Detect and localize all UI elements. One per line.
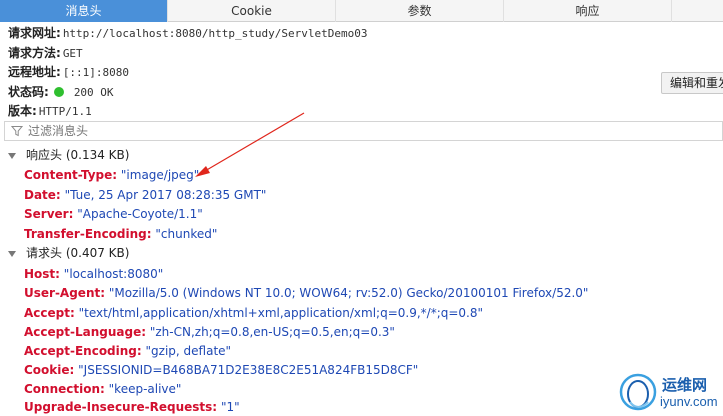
tab-headers[interactable]: 消息头 xyxy=(0,0,168,22)
request-url-label: 请求网址: xyxy=(8,26,61,40)
header-row[interactable]: Content-Type: "image/jpeg" xyxy=(24,166,199,186)
filter-headers-box[interactable] xyxy=(4,121,723,141)
header-name: Date: xyxy=(24,187,61,202)
status-ok-icon xyxy=(53,87,64,98)
header-value: "zh-CN,zh;q=0.8,en-US;q=0.5,en;q=0.3" xyxy=(149,325,395,339)
header-value: "Apache-Coyote/1.1" xyxy=(77,207,203,221)
header-name: Accept-Encoding: xyxy=(24,344,142,358)
request-method-value: GET xyxy=(62,46,83,60)
header-row[interactable]: Cookie: "JSESSIONID=B468BA71D2E38E8C2E51… xyxy=(24,361,418,381)
tab-bar-filler xyxy=(672,0,723,21)
filter-icon xyxy=(11,126,23,137)
header-row[interactable]: Accept-Language: "zh-CN,zh;q=0.8,en-US;q… xyxy=(24,323,395,343)
header-row[interactable]: Accept: "text/html,application/xhtml+xml… xyxy=(24,304,483,324)
header-row[interactable]: Server: "Apache-Coyote/1.1" xyxy=(24,205,203,225)
tab-response[interactable]: 响应 xyxy=(504,0,672,22)
header-name: Connection: xyxy=(24,382,105,396)
watermark: 运维网 iyunv.com xyxy=(618,370,723,416)
status-code-label: 状态码: xyxy=(8,84,49,99)
header-row[interactable]: Connection: "keep-alive" xyxy=(24,380,181,400)
header-value: "chunked" xyxy=(155,226,218,241)
header-name: Server: xyxy=(24,207,74,221)
header-value: "text/html,application/xhtml+xml,applica… xyxy=(78,305,484,320)
header-value: "keep-alive" xyxy=(108,382,182,396)
tab-cookie[interactable]: Cookie xyxy=(168,0,336,22)
collapse-triangle-icon[interactable] xyxy=(8,250,16,257)
header-value: "JSESSIONID=B468BA71D2E38E8C2E51A824FB15… xyxy=(78,363,419,377)
header-row[interactable]: Host: "localhost:8080" xyxy=(24,265,163,285)
tab-bar: 消息头 Cookie 参数 响应 xyxy=(0,0,723,22)
request-headers-toggle[interactable]: 请求头 (0.407 KB) xyxy=(6,244,129,263)
header-value: "Tue, 25 Apr 2017 08:28:35 GMT" xyxy=(64,187,267,202)
header-row[interactable]: Upgrade-Insecure-Requests: "1" xyxy=(24,398,240,416)
header-name: Accept-Language: xyxy=(24,325,147,339)
remote-address-label: 远程地址: xyxy=(8,65,61,79)
remote-address-row: 远程地址: [::1]:8080 xyxy=(8,63,648,83)
header-value: "gzip, deflate" xyxy=(145,344,232,358)
header-value: "Mozilla/5.0 (Windows NT 10.0; WOW64; rv… xyxy=(108,286,589,300)
collapse-triangle-icon[interactable] xyxy=(8,152,16,159)
header-row[interactable]: Date: "Tue, 25 Apr 2017 08:28:35 GMT" xyxy=(24,186,266,206)
header-name: User-Agent: xyxy=(24,286,106,300)
header-name: Transfer-Encoding: xyxy=(24,226,152,241)
request-url-row: 请求网址: http://localhost:8080/http_study/S… xyxy=(8,24,648,44)
header-row[interactable]: Transfer-Encoding: "chunked" xyxy=(24,225,217,245)
request-method-label: 请求方法: xyxy=(8,45,61,60)
status-code-row: 状态码: 200 OK xyxy=(8,83,648,103)
header-name: Content-Type: xyxy=(24,168,118,182)
response-headers-title: 响应头 (0.134 KB) xyxy=(26,148,130,162)
remote-address-value: [::1]:8080 xyxy=(62,66,130,79)
header-row[interactable]: Accept-Encoding: "gzip, deflate" xyxy=(24,342,231,362)
header-value: "image/jpeg" xyxy=(120,168,200,182)
header-name: Host: xyxy=(24,266,60,281)
watermark-site-url: iyunv.com xyxy=(660,394,718,409)
header-value: "1" xyxy=(220,400,240,414)
http-version-value: HTTP/1.1 xyxy=(38,105,92,118)
watermark-site-name: 运维网 xyxy=(662,376,708,394)
tab-params[interactable]: 参数 xyxy=(336,0,504,22)
http-version-label: 版本: xyxy=(8,104,37,118)
header-row[interactable]: User-Agent: "Mozilla/5.0 (Windows NT 10.… xyxy=(24,284,588,304)
request-headers-title: 请求头 (0.407 KB) xyxy=(26,246,130,260)
filter-headers-input[interactable] xyxy=(28,124,328,138)
header-name: Upgrade-Insecure-Requests: xyxy=(24,400,218,414)
response-headers-toggle[interactable]: 响应头 (0.134 KB) xyxy=(6,146,129,165)
request-method-row: 请求方法: GET xyxy=(8,44,648,64)
site-logo-icon xyxy=(619,373,657,411)
request-summary: 请求网址: http://localhost:8080/http_study/S… xyxy=(8,24,648,122)
status-code-value: 200 OK xyxy=(73,85,114,99)
edit-and-resend-button[interactable]: 编辑和重发 xyxy=(661,72,723,94)
header-name: Accept: xyxy=(24,305,75,320)
header-value: "localhost:8080" xyxy=(63,266,164,281)
http-version-row: 版本: HTTP/1.1 xyxy=(8,102,648,122)
request-url-value: http://localhost:8080/http_study/Servlet… xyxy=(62,27,368,40)
header-name: Cookie: xyxy=(24,363,75,377)
